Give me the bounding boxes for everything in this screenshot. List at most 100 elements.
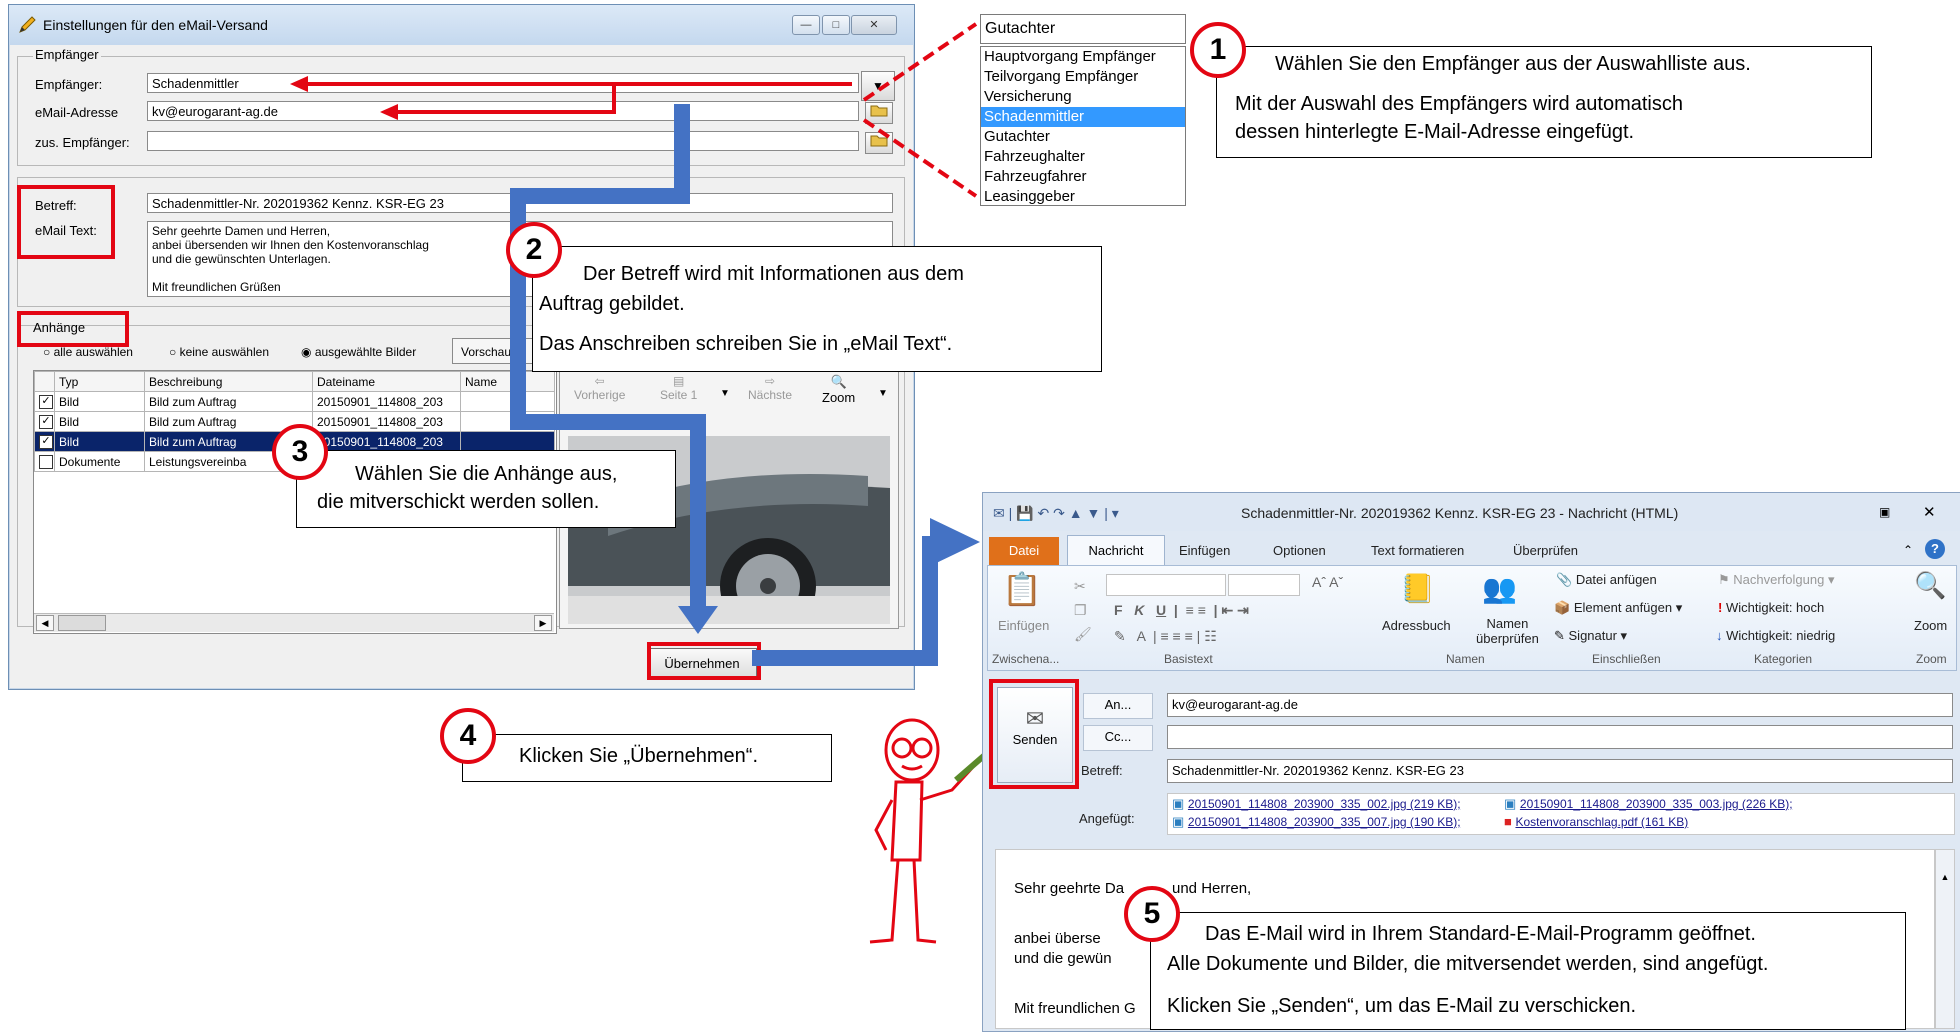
scroll-thumb[interactable] <box>58 615 106 631</box>
check-names-icon[interactable]: 👥 <box>1482 572 1517 605</box>
check-names-button[interactable]: Namen überprüfen <box>1476 616 1539 646</box>
row-checkbox[interactable]: ✓ <box>39 434 53 449</box>
tab-format-text[interactable]: Text formatieren <box>1371 543 1464 558</box>
chevron-down-icon[interactable]: ▼ <box>720 388 730 399</box>
horizontal-scrollbar[interactable]: ◀ ▶ <box>34 613 554 632</box>
table-row[interactable]: ✓ Bild Bild zum Auftrag 20150901_114808_… <box>34 391 555 412</box>
dropdown-option[interactable]: Leasinggeber <box>981 187 1185 207</box>
radio-select-none[interactable]: ○ keine auswählen <box>169 345 269 359</box>
paste-label[interactable]: Einfügen <box>998 618 1049 633</box>
attachment-link[interactable]: 20150901_114808_203900_335_003.jpg (226 … <box>1520 797 1793 811</box>
minimize-button[interactable]: — <box>792 15 820 35</box>
address-book-icon[interactable]: 📒 <box>1400 572 1435 605</box>
attach-file-button[interactable]: 📎 Datei anfügen <box>1556 572 1657 588</box>
importance-low-label: Wichtigkeit: niedrig <box>1726 628 1836 643</box>
dropdown-current[interactable]: Gutachter <box>980 14 1186 44</box>
dropdown-option[interactable]: Versicherung <box>981 87 1185 107</box>
attachment-item[interactable]: ▣ 20150901_114808_203900_335_007.jpg (19… <box>1172 814 1461 830</box>
row-checkbox[interactable]: ✓ <box>39 394 53 409</box>
radio-select-all[interactable]: ○ alle auswählen <box>43 345 133 359</box>
restore-icon[interactable]: ▣ <box>1879 505 1890 519</box>
follow-up-button[interactable]: ⚑ Nachverfolgung ▾ <box>1718 572 1834 588</box>
attach-item-button[interactable]: 📦 Element anfügen ▾ <box>1554 600 1682 616</box>
dropdown-option-selected[interactable]: Schadenmittler <box>981 107 1185 127</box>
cell-type: Bild <box>54 411 145 432</box>
cc-field[interactable] <box>1167 725 1953 749</box>
tab-insert[interactable]: Einfügen <box>1179 543 1230 558</box>
table-header[interactable]: Typ <box>54 371 145 392</box>
row-checkbox[interactable] <box>39 454 53 469</box>
follow-up-label: Nachverfolgung <box>1733 572 1825 587</box>
scroll-left-icon[interactable]: ◀ <box>36 615 54 631</box>
importance-low-button[interactable]: ↓ Wichtigkeit: niedrig <box>1716 628 1835 643</box>
radio-selected-label: ausgewählte Bilder <box>314 345 417 359</box>
send-button[interactable]: ✉ Senden <box>997 687 1073 783</box>
dropdown-option[interactable]: Teilvorgang Empfänger <box>981 67 1185 87</box>
step-badge: 4 <box>440 708 496 764</box>
attachment-item[interactable]: ▣ 20150901_114808_203900_335_003.jpg (22… <box>1504 796 1793 812</box>
table-header[interactable]: Beschreibung <box>144 371 313 392</box>
to-field[interactable]: kv@eurogarant-ag.de <box>1167 693 1953 717</box>
table-header[interactable]: Dateiname <box>312 371 461 392</box>
check-names-label: überprüfen <box>1476 631 1539 646</box>
scroll-right-icon[interactable]: ▶ <box>534 615 552 631</box>
callout-text: dessen hinterlegte E-Mail-Adresse eingef… <box>1235 121 1635 143</box>
attachment-link[interactable]: Kostenvoranschlag.pdf (161 KB) <box>1515 815 1688 829</box>
bold-italic-underline-icons[interactable]: F K U | ≡ ≡ | ⇤ ⇥ <box>1114 602 1249 619</box>
font-grow-shrink-icons[interactable]: Aˆ Aˇ <box>1312 574 1343 590</box>
table-header[interactable] <box>34 371 55 392</box>
flow-arrow <box>510 188 690 204</box>
tab-options[interactable]: Optionen <box>1273 543 1326 558</box>
preview-next-button[interactable]: ⇨ Nächste <box>748 374 792 402</box>
clipboard-icons[interactable]: ✂ ❐ 🖌 <box>1074 574 1092 646</box>
preview-zoom-button[interactable]: 🔍 Zoom <box>822 374 855 405</box>
importance-high-button[interactable]: ! Wichtigkeit: hoch <box>1718 600 1824 615</box>
callout-text: die mitverschickt werden sollen. <box>317 491 600 513</box>
preview-next-label: Nächste <box>748 388 793 402</box>
arrow-line <box>396 110 616 114</box>
vertical-scrollbar[interactable]: ▲ <box>1935 849 1955 1029</box>
signature-button[interactable]: ✎ Signatur ▾ <box>1554 628 1627 644</box>
maximize-button[interactable]: □ <box>822 15 850 35</box>
quick-access-toolbar[interactable]: ✉ | 💾 ↶ ↷ ▲ ▼ | ▾ <box>993 505 1119 522</box>
subject-field[interactable]: Schadenmittler-Nr. 202019362 Kennz. KSR-… <box>1167 759 1953 783</box>
attachment-link[interactable]: 20150901_114808_203900_335_007.jpg (190 … <box>1188 815 1461 829</box>
dropdown-option[interactable]: Gutachter <box>981 127 1185 147</box>
address-book-label[interactable]: Adressbuch <box>1382 618 1451 633</box>
tab-message[interactable]: Nachricht <box>1067 535 1165 568</box>
step-badge: 3 <box>272 424 328 480</box>
font-size-box[interactable] <box>1228 574 1300 596</box>
callout-text: Klicken Sie „Senden“, um das E-Mail zu v… <box>1167 995 1637 1017</box>
attachment-item[interactable]: ■ Kostenvoranschlag.pdf (161 KB) <box>1504 814 1688 829</box>
signature-label: Signatur <box>1568 628 1617 643</box>
chevron-down-icon[interactable]: ▼ <box>878 388 888 399</box>
zoom-label[interactable]: Zoom <box>1914 618 1947 633</box>
dropdown-option[interactable]: Hauptvorgang Empfänger <box>981 47 1185 67</box>
tab-review[interactable]: Überprüfen <box>1513 543 1578 558</box>
to-button[interactable]: An... <box>1083 693 1153 719</box>
dropdown-option[interactable]: Fahrzeugfahrer <box>981 167 1185 187</box>
zoom-icon[interactable]: 🔍 <box>1914 570 1946 601</box>
table-header[interactable]: Name <box>460 371 555 392</box>
callout-3: Wählen Sie die Anhänge aus, die mitversc… <box>296 450 676 528</box>
cc-button[interactable]: Cc... <box>1083 725 1153 751</box>
callout-text: Alle Dokumente und Bilder, die mitversen… <box>1167 953 1769 975</box>
attachment-item[interactable]: ▣ 20150901_114808_203900_335_002.jpg (21… <box>1172 796 1461 812</box>
additional-recipient-field[interactable] <box>147 131 859 151</box>
close-icon[interactable]: ✕ <box>1923 503 1936 521</box>
scroll-up-icon[interactable]: ▲ <box>1936 872 1954 882</box>
font-name-box[interactable] <box>1106 574 1226 596</box>
paste-icon[interactable]: 📋 <box>1002 570 1042 608</box>
chevron-up-icon[interactable]: ⌃ <box>1903 543 1913 557</box>
attachments-list: ▣ 20150901_114808_203900_335_002.jpg (21… <box>1167 793 1955 835</box>
tab-file[interactable]: Datei <box>989 537 1059 565</box>
preview-page-indicator: ▤ Seite 1 <box>660 374 698 402</box>
help-icon[interactable]: ? <box>1925 539 1945 559</box>
row-checkbox[interactable]: ✓ <box>39 414 53 429</box>
preview-prev-button[interactable]: ⇦ Vorherige <box>574 374 625 402</box>
attachment-link[interactable]: 20150901_114808_203900_335_002.jpg (219 … <box>1188 797 1461 811</box>
dropdown-option[interactable]: Fahrzeughalter <box>981 147 1185 167</box>
highlight-color-icons[interactable]: ✎ A | ≡ ≡ ≡ | ☷ <box>1114 628 1217 645</box>
radio-selected-images[interactable]: ◉ ausgewählte Bilder <box>301 345 416 359</box>
step-badge: 1 <box>1190 22 1246 78</box>
